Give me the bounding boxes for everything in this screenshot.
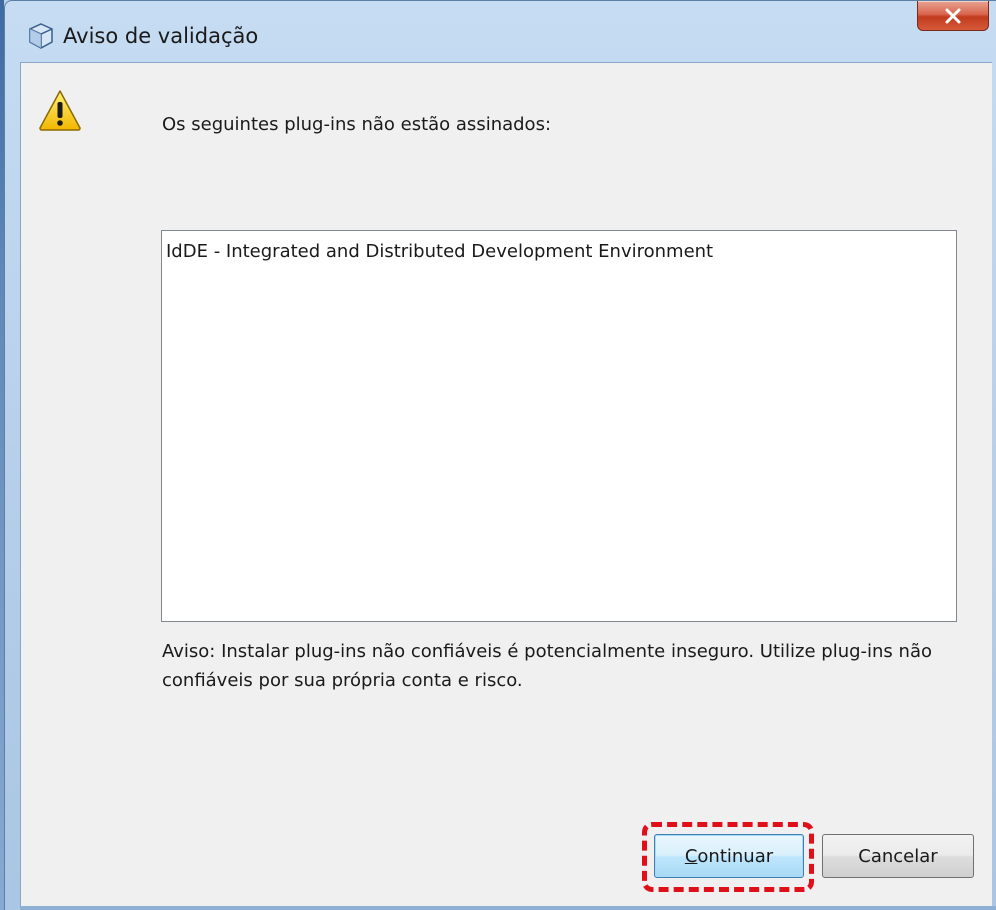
window-bottom-border (20, 906, 996, 910)
unsigned-plugins-list[interactable]: IdDE - Integrated and Distributed Develo… (161, 230, 957, 622)
continue-mnemonic: C (684, 845, 698, 867)
warning-triangle-icon (38, 88, 82, 132)
cancel-button[interactable]: Cancelar (822, 834, 974, 878)
title-bar[interactable]: Aviso de validação (5, 1, 996, 63)
list-item[interactable]: IdDE - Integrated and Distributed Develo… (166, 240, 713, 264)
netbeans-cube-icon (29, 23, 53, 49)
close-icon (943, 8, 963, 24)
header-message: Os seguintes plug-ins não estão assinado… (162, 114, 552, 135)
warning-message: Aviso: Instalar plug-ins não confiáveis … (162, 641, 932, 691)
window-title: Aviso de validação (63, 24, 259, 48)
continue-label: ontinuar (697, 845, 774, 867)
continue-button[interactable]: Continuar (654, 834, 804, 878)
close-button[interactable] (917, 1, 989, 31)
